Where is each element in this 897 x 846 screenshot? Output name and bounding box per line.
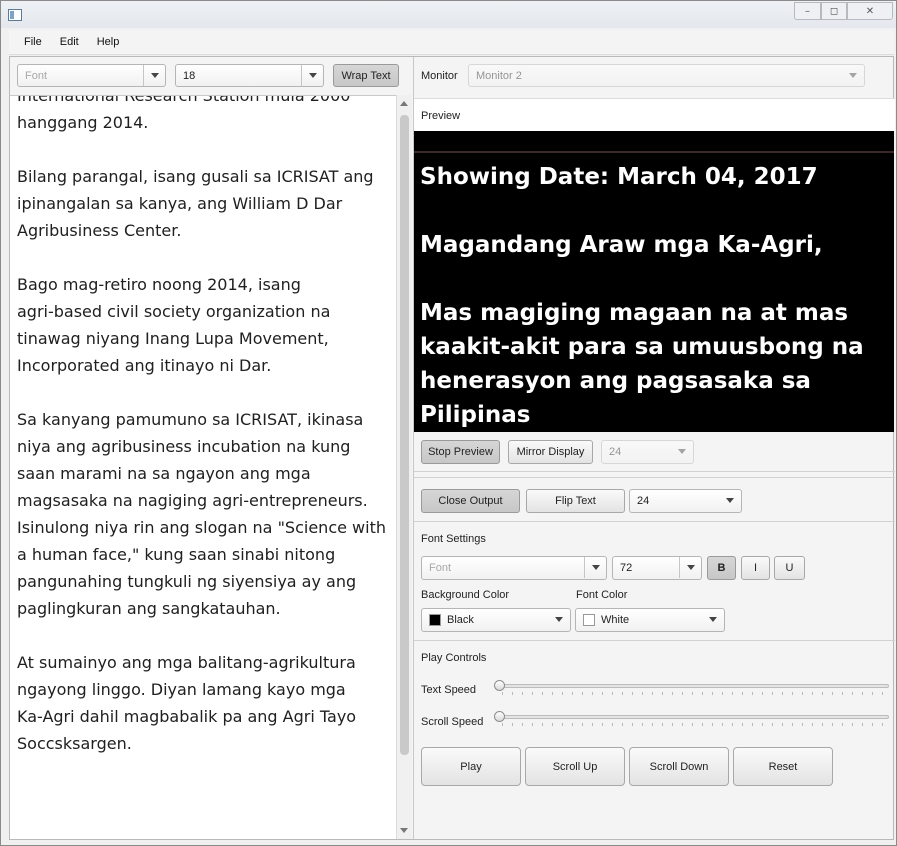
output-font-placeholder: Font [429,562,452,574]
play-button[interactable]: Play [421,747,521,786]
chevron-down-icon [555,617,563,622]
preview-size-value: 24 [609,446,622,458]
scroll-down-button[interactable]: Scroll Down [629,747,729,786]
font-color-picker[interactable]: White [575,608,725,632]
close-output-button[interactable]: Close Output [421,489,520,513]
menu-bar: File Edit Help [9,30,894,55]
editor-font-select[interactable]: Font [17,64,166,87]
preview-screen-border [414,151,894,153]
background-color-label: Background Color [421,589,510,601]
chevron-down-icon [151,73,159,78]
menu-edit[interactable]: Edit [60,36,79,48]
color-swatch-icon [583,614,595,626]
output-font-select[interactable]: Font [421,556,607,580]
editor-font-placeholder: Font [25,70,48,82]
app-icon [8,9,22,21]
separator [414,477,895,478]
scroll-speed-track[interactable] [497,715,889,719]
editor-font-size-select[interactable]: 18 [175,64,324,87]
separator [414,640,895,641]
monitor-select[interactable]: Monitor 2 [468,64,865,87]
scroll-up-button[interactable]: Scroll Up [525,747,625,786]
app-window: – ◻ ✕ File Edit Help Font 18 Wrap Text I… [0,0,897,846]
close-window-button[interactable]: ✕ [847,2,893,20]
script-text: International Research Station mula 2000… [17,95,386,753]
preview-label: Preview [421,110,461,122]
output-font-size-value: 72 [620,562,633,574]
color-swatch-icon [429,614,441,626]
output-size-value: 24 [637,495,650,507]
text-speed-thumb[interactable] [494,680,505,691]
wrap-text-toggle[interactable]: Wrap Text [333,64,399,87]
underline-toggle[interactable]: U [774,556,805,580]
text-speed-ticks [502,692,887,695]
monitor-value: Monitor 2 [476,70,522,82]
background-color-value: Black [447,614,474,626]
stop-preview-button[interactable]: Stop Preview [421,440,500,464]
scrollbar-thumb[interactable] [400,115,409,755]
font-color-value: White [601,614,630,626]
preview-header: Preview [414,98,895,131]
title-bar: – ◻ ✕ [1,1,896,28]
flip-text-button[interactable]: Flip Text [526,489,625,513]
font-settings-label: Font Settings [421,533,486,545]
reset-button[interactable]: Reset [733,747,833,786]
scroll-speed-thumb[interactable] [494,711,505,722]
scroll-speed-label: Scroll Speed [421,716,484,728]
chevron-down-icon [687,565,695,570]
output-size-select[interactable]: 24 [629,489,742,513]
preview-size-select[interactable]: 24 [601,440,694,464]
main-split-pane: Font 18 Wrap Text International Research… [9,56,895,840]
scroll-up-arrow-icon[interactable] [400,101,408,106]
bold-toggle[interactable]: B [707,556,736,580]
separator [414,471,895,472]
preview-text: Showing Date: March 04, 2017 Magandang A… [420,164,864,428]
text-speed-label: Text Speed [421,684,477,696]
mirror-display-button[interactable]: Mirror Display [508,440,593,464]
editor-font-size-value: 18 [183,70,196,82]
monitor-label: Monitor [421,70,458,82]
scroll-speed-ticks [502,723,887,726]
italic-toggle[interactable]: I [741,556,770,580]
editor-scrollbar[interactable] [396,95,412,839]
output-font-size-select[interactable]: 72 [612,556,702,580]
menu-help[interactable]: Help [97,36,120,48]
chevron-down-icon [592,565,600,570]
chevron-down-icon [849,73,857,78]
play-controls-label: Play Controls [421,652,487,664]
preview-screen: Showing Date: March 04, 2017 Magandang A… [414,131,894,432]
chevron-down-icon [309,73,317,78]
script-text-editor[interactable]: International Research Station mula 2000… [10,95,396,839]
scroll-down-arrow-icon[interactable] [400,828,408,833]
menu-file[interactable]: File [24,36,42,48]
chevron-down-icon [678,449,686,454]
maximize-button[interactable]: ◻ [821,2,847,20]
chevron-down-icon [726,498,734,503]
background-color-picker[interactable]: Black [421,608,571,632]
minimize-button[interactable]: – [794,2,821,20]
font-color-label: Font Color [576,589,628,601]
text-speed-track[interactable] [497,684,889,688]
chevron-down-icon [709,617,717,622]
separator [414,521,895,522]
